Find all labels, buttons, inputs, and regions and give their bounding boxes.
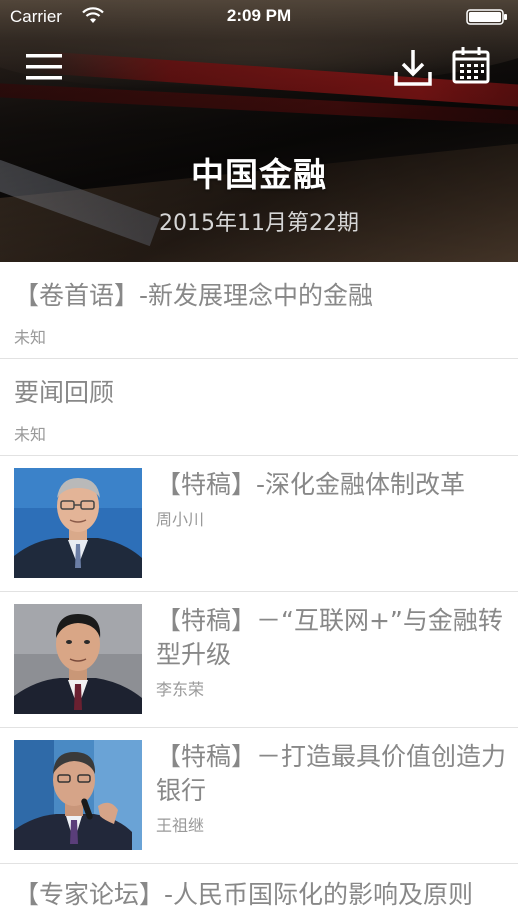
article-author: 未知	[14, 425, 47, 444]
list-item[interactable]: 要闻回顾 未知	[0, 359, 518, 456]
article-title: 【特稿】－“互联网+”与金融转型升级	[156, 606, 503, 669]
article-title: 【卷首语】-新发展理念中的金融	[14, 281, 374, 310]
download-icon[interactable]	[392, 46, 434, 88]
article-author: 李东荣	[156, 680, 205, 699]
status-bar: Carrier 2:09 PM	[0, 0, 518, 34]
article-list: 【卷首语】-新发展理念中的金融 未知 要闻回顾 未知 【特稿】-深化金融体制改革…	[0, 262, 518, 920]
header-banner: Carrier 2:09 PM 中国金融 2015年11月第22期	[0, 0, 518, 262]
author-photo	[14, 740, 142, 850]
list-item[interactable]: 【特稿】－打造最具价值创造力银行 王祖继	[0, 728, 518, 864]
article-author: 周小川	[156, 510, 205, 529]
list-item[interactable]: 【专家论坛】-人民币国际化的影响及原则	[0, 864, 518, 920]
article-author: 未知	[14, 328, 47, 347]
article-title: 【特稿】－打造最具价值创造力银行	[156, 742, 507, 805]
status-time: 2:09 PM	[226, 6, 292, 25]
menu-icon[interactable]	[24, 50, 64, 84]
author-photo	[14, 468, 142, 578]
author-photo	[14, 604, 142, 714]
article-author: 王祖继	[156, 816, 205, 835]
article-title: 要闻回顾	[14, 378, 115, 407]
magazine-title: 中国金融	[191, 155, 327, 194]
issue-label: 2015年11月第22期	[159, 211, 359, 236]
list-item[interactable]: 【卷首语】-新发展理念中的金融 未知	[0, 262, 518, 359]
list-item[interactable]: 【特稿】-深化金融体制改革 周小川	[0, 456, 518, 592]
article-title: 【特稿】-深化金融体制改革	[156, 470, 466, 499]
article-title: 【专家论坛】-人民币国际化的影响及原则	[14, 880, 474, 909]
calendar-icon[interactable]	[450, 44, 492, 86]
battery-icon	[466, 9, 507, 25]
list-item[interactable]: 【特稿】－“互联网+”与金融转型升级 李东荣	[0, 592, 518, 728]
